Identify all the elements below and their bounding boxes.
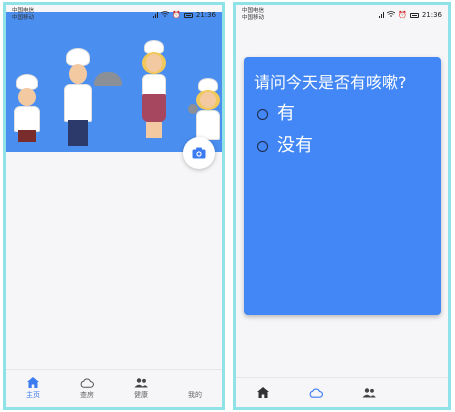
chef-illustration-3 — [136, 40, 172, 140]
option-label: 没有 — [277, 135, 313, 156]
battery-icon — [409, 12, 419, 18]
status-time: 21:36 — [195, 11, 216, 19]
nav-home[interactable]: 主页 — [6, 370, 60, 407]
signal-icon — [379, 12, 385, 18]
home-icon — [256, 387, 269, 398]
question-card: 请问今天是否有咳嗽? 有 没有 — [244, 57, 441, 315]
alarm-icon: ⏰ — [398, 11, 407, 19]
cloud-icon — [309, 387, 323, 398]
status-time: 21:36 — [421, 11, 442, 19]
status-bar: 中国电信 中国移动 ⏰ 21:36 — [236, 5, 448, 27]
nav-checkin[interactable]: 查房 — [60, 370, 114, 407]
cloud-icon — [80, 378, 94, 388]
moon-icon — [420, 387, 426, 398]
radio-button[interactable] — [257, 108, 268, 120]
moon-icon — [194, 377, 199, 388]
chef-illustration-1 — [10, 74, 46, 144]
radio-button[interactable] — [257, 140, 268, 152]
bottom-navigation — [236, 377, 448, 407]
nav-mine[interactable] — [395, 378, 448, 407]
nav-mine-label: 我的 — [188, 391, 202, 399]
hero-banner — [6, 12, 222, 152]
nav-mine[interactable]: 我的 — [168, 370, 222, 407]
signal-icon — [153, 12, 159, 18]
battery-icon — [183, 12, 193, 18]
nav-health[interactable]: 健康 — [114, 370, 168, 407]
nav-home-label: 主页 — [26, 391, 40, 399]
alarm-icon: ⏰ — [172, 11, 181, 19]
camera-icon — [192, 147, 206, 159]
option-label: 有 — [277, 103, 295, 124]
right-phone-screen: 中国电信 中国移动 ⏰ 21:36 请问今天是否有咳嗽? 有 没有 — [233, 2, 451, 410]
people-icon — [134, 377, 148, 387]
status-bar: 中国电信 中国移动 ⏰ 21:36 — [6, 5, 222, 27]
camera-button[interactable] — [183, 137, 215, 169]
home-icon — [27, 377, 39, 388]
wifi-icon — [160, 11, 170, 19]
left-phone-screen: 中国电信 中国移动 ⏰ 21:36 主页 查房 健康 我的 — [3, 2, 225, 410]
option-no[interactable]: 没有 — [254, 133, 431, 159]
people-icon — [362, 387, 376, 397]
nav-health-label: 健康 — [134, 390, 148, 399]
screenshot-stage: 中国电信 中国移动 ⏰ 21:36 主页 查房 健康 我的 中国电信 中国移动 … — [0, 0, 455, 412]
question-text: 请问今天是否有咳嗽? — [254, 73, 407, 92]
wifi-icon — [386, 11, 396, 19]
cloche-dish — [94, 72, 122, 88]
chef-illustration-2 — [58, 48, 98, 148]
nav-checkin-label: 查房 — [80, 390, 94, 399]
nav-checkin[interactable] — [289, 378, 342, 407]
option-yes[interactable]: 有 — [254, 101, 431, 127]
nav-home[interactable] — [236, 378, 289, 407]
bottom-navigation: 主页 查房 健康 我的 — [6, 369, 222, 407]
nav-health[interactable] — [342, 378, 395, 407]
